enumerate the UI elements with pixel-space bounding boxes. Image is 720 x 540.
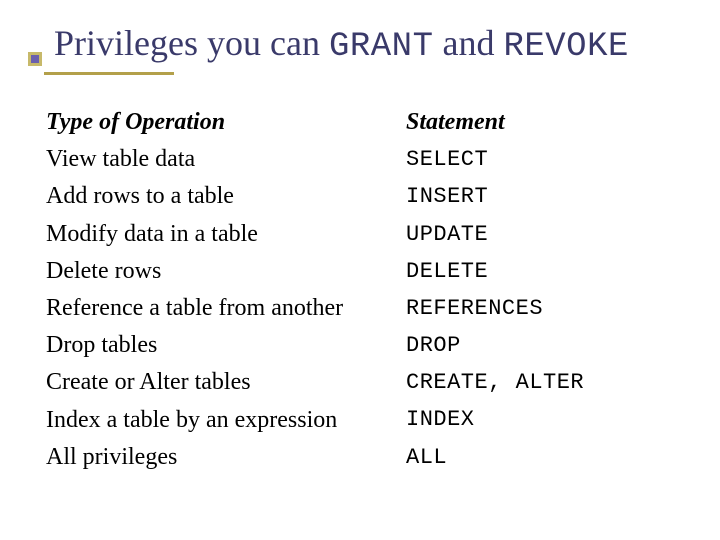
column-header-statement: Statement [406,104,680,141]
table-row: Index a table by an expression [46,402,406,439]
column-operation: Type of Operation View table data Add ro… [46,104,406,476]
table-row: Drop tables [46,327,406,364]
table-row: Reference a table from another [46,290,406,327]
title-keyword-revoke: REVOKE [503,28,628,66]
table-row: INDEX [406,401,680,438]
slide: Privileges you can GRANT and REVOKE Type… [0,0,720,540]
table-row: ALL [406,439,680,476]
table-row: Delete rows [46,253,406,290]
title-part-pre: Privileges you can [54,23,329,63]
table-row: INSERT [406,178,680,215]
table-row: DELETE [406,253,680,290]
table-row: REFERENCES [406,290,680,327]
privileges-table: Type of Operation View table data Add ro… [46,104,680,476]
table-row: View table data [46,141,406,178]
slide-title: Privileges you can GRANT and REVOKE [54,24,629,66]
table-row: SELECT [406,141,680,178]
table-row: Modify data in a table [46,216,406,253]
table-row: DROP [406,327,680,364]
column-header-operation: Type of Operation [46,104,406,141]
column-statement: Statement SELECT INSERT UPDATE DELETE RE… [406,104,680,476]
table-row: Add rows to a table [46,178,406,215]
title-keyword-grant: GRANT [329,28,434,66]
table-row: CREATE, ALTER [406,364,680,401]
slide-title-row: Privileges you can GRANT and REVOKE [28,24,700,66]
title-underline [44,72,174,75]
title-bullet-icon [28,52,42,66]
table-row: All privileges [46,439,406,476]
table-row: UPDATE [406,216,680,253]
title-part-mid: and [433,23,503,63]
table-row: Create or Alter tables [46,364,406,401]
